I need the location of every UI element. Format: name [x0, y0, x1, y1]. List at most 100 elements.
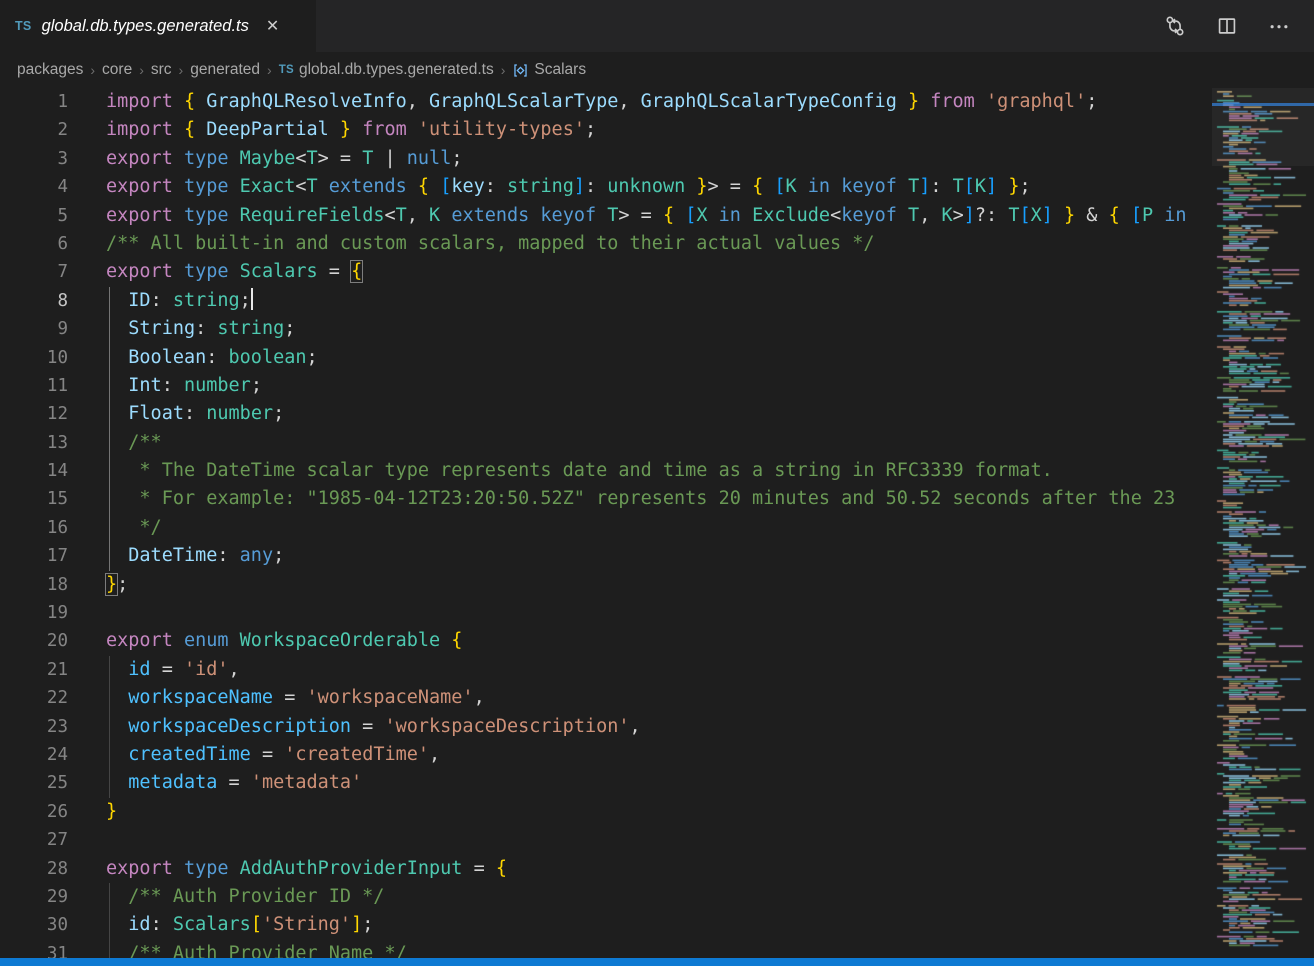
line-number[interactable]: 27	[0, 826, 68, 854]
line-number[interactable]: 8	[0, 287, 68, 315]
line-number[interactable]: 12	[0, 400, 68, 428]
line-number[interactable]: 7	[0, 258, 68, 286]
close-tab-icon[interactable]: ✕	[263, 15, 282, 37]
line-number[interactable]: 4	[0, 173, 68, 201]
breadcrumb-separator: ›	[501, 62, 506, 78]
code-text: /** Auth Provider Name */	[106, 940, 407, 958]
code-line[interactable]: 14 * The DateTime scalar type represents…	[0, 457, 1212, 485]
code-line[interactable]: 8 ID: string;	[0, 287, 1212, 315]
line-number[interactable]: 20	[0, 627, 68, 655]
line-number[interactable]: 24	[0, 741, 68, 769]
code-line[interactable]: 20export enum WorkspaceOrderable {	[0, 627, 1212, 655]
code-text: * The DateTime scalar type represents da…	[106, 457, 1053, 485]
code-line[interactable]: 9 String: string;	[0, 315, 1212, 343]
line-number[interactable]: 28	[0, 855, 68, 883]
line-number[interactable]: 18	[0, 571, 68, 599]
code-line[interactable]: 7 export type Scalars = {	[0, 258, 1212, 286]
code-line[interactable]: 25 metadata = 'metadata'	[0, 769, 1212, 797]
line-number[interactable]: 25	[0, 769, 68, 797]
code-line[interactable]: 23 workspaceDescription = 'workspaceDesc…	[0, 713, 1212, 741]
code-line[interactable]: 29 /** Auth Provider ID */	[0, 883, 1212, 911]
indent-guide	[109, 883, 110, 958]
breadcrumb-item-core[interactable]: core	[102, 61, 132, 79]
line-number[interactable]: 23	[0, 713, 68, 741]
breadcrumb-label: global.db.types.generated.ts	[299, 61, 494, 79]
minimap-slider[interactable]	[1212, 88, 1314, 166]
code-editor[interactable]: 1import { GraphQLResolveInfo, GraphQLSca…	[0, 88, 1314, 958]
split-editor-icon[interactable]	[1216, 15, 1238, 37]
line-number[interactable]: 10	[0, 344, 68, 372]
code-line[interactable]: 15 * For example: "1985-04-12T23:20:50.5…	[0, 485, 1212, 513]
tab-global-db-types-generated[interactable]: TS global.db.types.generated.ts ✕	[0, 0, 316, 52]
line-number[interactable]: 26	[0, 798, 68, 826]
code-line[interactable]: 24 createdTime = 'createdTime',	[0, 741, 1212, 769]
line-number[interactable]: 15	[0, 485, 68, 513]
code-line[interactable]: 17 DateTime: any;	[0, 542, 1212, 570]
indent-guide	[109, 287, 110, 571]
code-line[interactable]: 2 import { DeepPartial } from 'utility-ty…	[0, 116, 1212, 144]
code-line[interactable]: 5 export type RequireFields<T, K extends …	[0, 202, 1212, 230]
typescript-file-icon: TS	[15, 19, 32, 33]
line-number[interactable]: 13	[0, 429, 68, 457]
breadcrumb-item-packages[interactable]: packages	[17, 61, 83, 79]
code-text: Int: number;	[106, 372, 262, 400]
line-number[interactable]: 31	[0, 940, 68, 958]
breadcrumb-item-global-db-types-generated-ts[interactable]: TSglobal.db.types.generated.ts	[279, 61, 494, 79]
minimap-cursor-marker	[1212, 103, 1314, 106]
compare-changes-icon[interactable]	[1164, 15, 1186, 37]
code-line[interactable]: 22 workspaceName = 'workspaceName',	[0, 684, 1212, 712]
code-text: };	[106, 571, 128, 599]
line-number[interactable]: 5	[0, 202, 68, 230]
breadcrumb-item-scalars[interactable]: Scalars	[512, 61, 586, 79]
line-number[interactable]: 1	[0, 88, 68, 116]
code-line[interactable]: 30 id: Scalars['String'];	[0, 911, 1212, 939]
code-line[interactable]: 28 export type AddAuthProviderInput = {	[0, 855, 1212, 883]
code-line[interactable]: 13 /**	[0, 429, 1212, 457]
code-line[interactable]: 1import { GraphQLResolveInfo, GraphQLSca…	[0, 88, 1212, 116]
breadcrumb-separator: ›	[139, 62, 144, 78]
code-text: * For example: "1985-04-12T23:20:50.52Z"…	[106, 485, 1175, 513]
code-text: export type Scalars = {	[106, 258, 362, 286]
line-number[interactable]: 14	[0, 457, 68, 485]
line-number[interactable]: 19	[0, 599, 68, 627]
code-line[interactable]: 3export type Maybe<T> = T | null;	[0, 145, 1212, 173]
line-number[interactable]: 29	[0, 883, 68, 911]
line-number[interactable]: 2	[0, 116, 68, 144]
line-number[interactable]: 30	[0, 911, 68, 939]
breadcrumb-item-generated[interactable]: generated	[190, 61, 260, 79]
code-text: import { DeepPartial } from 'utility-typ…	[106, 116, 596, 144]
line-number[interactable]: 22	[0, 684, 68, 712]
line-number[interactable]: 3	[0, 145, 68, 173]
code-line[interactable]: 16 */	[0, 514, 1212, 542]
code-line[interactable]: 19	[0, 599, 1212, 627]
code-line[interactable]: 26}	[0, 798, 1212, 826]
code-text: ID: string;	[106, 287, 253, 315]
code-line[interactable]: 31 /** Auth Provider Name */	[0, 940, 1212, 958]
breadcrumb-separator: ›	[267, 62, 272, 78]
code-line[interactable]: 4 export type Exact<T extends { [key: str…	[0, 173, 1212, 201]
line-number[interactable]: 6	[0, 230, 68, 258]
code-text: export type AddAuthProviderInput = {	[106, 855, 507, 883]
line-number[interactable]: 16	[0, 514, 68, 542]
breadcrumb: packages›core›src›generated›TSglobal.db.…	[0, 52, 1314, 88]
more-actions-icon[interactable]	[1268, 15, 1290, 37]
minimap[interactable]	[1212, 88, 1314, 958]
line-number[interactable]: 17	[0, 542, 68, 570]
code-line[interactable]: 18};	[0, 571, 1212, 599]
code-line[interactable]: 6 /** All built-in and custom scalars, ma…	[0, 230, 1212, 258]
line-number[interactable]: 11	[0, 372, 68, 400]
breadcrumb-label: Scalars	[534, 61, 586, 79]
line-number[interactable]: 9	[0, 315, 68, 343]
code-text: }	[106, 798, 117, 826]
line-number[interactable]: 21	[0, 656, 68, 684]
code-line[interactable]: 12 Float: number;	[0, 400, 1212, 428]
breadcrumb-item-src[interactable]: src	[151, 61, 172, 79]
code-line[interactable]: 10 Boolean: boolean;	[0, 344, 1212, 372]
code-text: String: string;	[106, 315, 295, 343]
code-text: export type RequireFields<T, K extends k…	[106, 202, 1187, 230]
code-line[interactable]: 11 Int: number;	[0, 372, 1212, 400]
code-text: export type Exact<T extends { [key: stri…	[106, 173, 1031, 201]
code-line[interactable]: 21 id = 'id',	[0, 656, 1212, 684]
code-text: /** All built-in and custom scalars, map…	[106, 230, 875, 258]
code-line[interactable]: 27	[0, 826, 1212, 854]
